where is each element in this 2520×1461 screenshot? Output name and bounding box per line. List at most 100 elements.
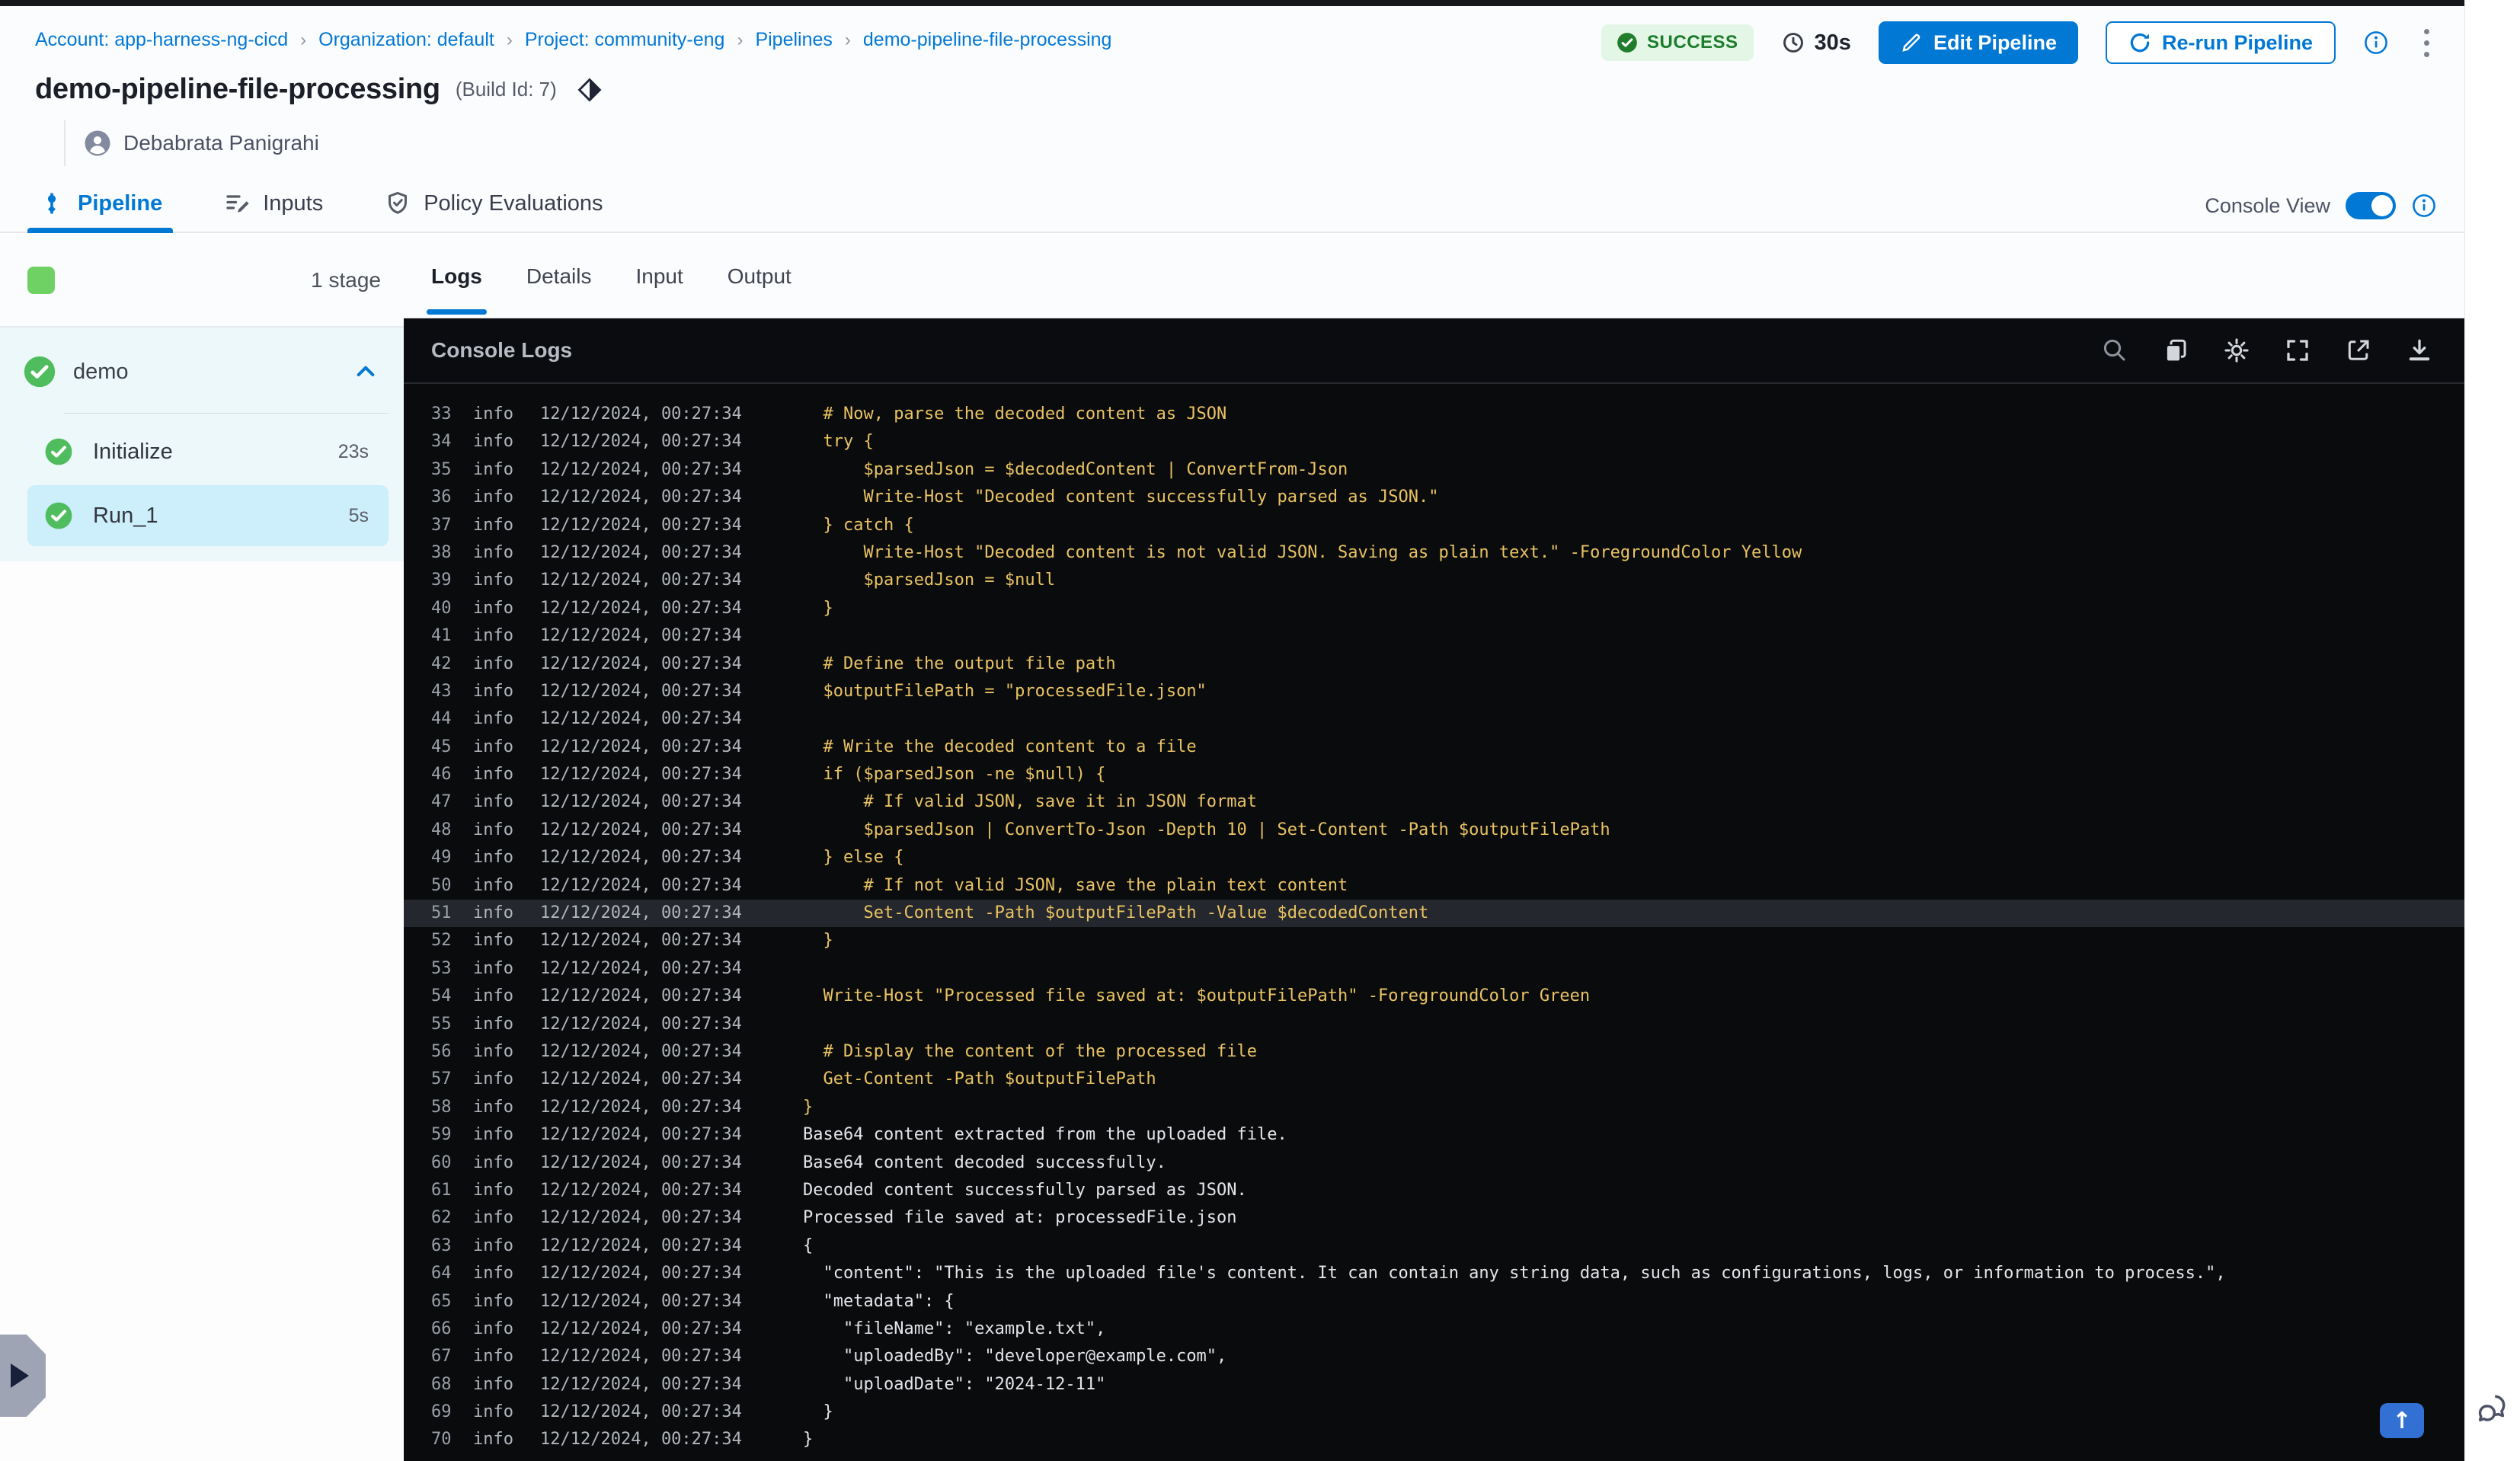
step-row-initialize[interactable]: Initialize 23s [27,421,389,482]
log-level: info [473,1125,513,1145]
log-timestamp: 12/12/2024, 00:27:34 [540,1180,742,1200]
log-timestamp: 12/12/2024, 00:27:34 [540,820,742,839]
log-timestamp: 12/12/2024, 00:27:34 [540,1125,742,1145]
log-row[interactable]: 47 info 12/12/2024, 00:27:34 # If valid JS… [404,788,2464,816]
console-tabs: Logs Details Input Output [404,235,2464,318]
log-line-number: 66 [431,1319,452,1338]
log-row[interactable]: 54 info 12/12/2024, 00:27:34 Write-Host "P… [404,983,2464,1010]
execution-duration: 30s [1781,30,1851,56]
log-row[interactable]: 49 info 12/12/2024, 00:27:34 } else { [404,844,2464,871]
log-timestamp: 12/12/2024, 00:27:34 [540,515,742,535]
stage-name: demo [73,359,129,384]
log-row[interactable]: 37 info 12/12/2024, 00:27:34 } catch { [404,512,2464,539]
console-view-toggle[interactable] [2346,192,2396,219]
log-line-number: 40 [431,598,452,618]
log-row[interactable]: 69 info 12/12/2024, 00:27:34 } [404,1399,2464,1426]
settings-icon[interactable] [2222,336,2251,365]
stage-row-demo[interactable]: demo [0,337,404,407]
breadcrumb-separator: › [844,29,851,50]
step-row-run-1[interactable]: Run_1 5s [27,485,389,546]
log-row[interactable]: 51 info 12/12/2024, 00:27:34 Set-Content -… [404,900,2464,928]
log-row[interactable]: 38 info 12/12/2024, 00:27:34 Write-Host "D… [404,539,2464,567]
log-line-number: 33 [431,404,452,424]
log-row[interactable]: 62 info 12/12/2024, 00:27:34 Processed file… [404,1204,2464,1232]
tab-input[interactable]: Input [635,235,683,318]
log-level: info [473,459,513,479]
log-row[interactable]: 43 info 12/12/2024, 00:27:34 $outputFilePa… [404,678,2464,705]
console-log-list[interactable]: 33 info 12/12/2024, 00:27:34 # Now, parse … [404,385,2464,1461]
open-in-new-icon[interactable] [2344,336,2373,365]
log-row[interactable]: 34 info 12/12/2024, 00:27:34 try { [404,428,2464,456]
log-row[interactable]: 48 info 12/12/2024, 00:27:34 $parsedJson |… [404,817,2464,844]
help-chat-icon[interactable] [2474,1391,2509,1426]
log-timestamp: 12/12/2024, 00:27:34 [540,1347,742,1367]
log-row[interactable]: 60 info 12/12/2024, 00:27:34 Base64 content… [404,1149,2464,1177]
pipeline-diagram-icon[interactable] [577,77,603,103]
fullscreen-icon[interactable] [2283,336,2312,365]
tab-policy-evaluations[interactable]: Policy Evaluations [381,175,606,232]
tab-inputs[interactable]: Inputs [220,175,326,232]
log-row[interactable]: 63 info 12/12/2024, 00:27:34 { [404,1232,2464,1260]
log-message: try { [803,432,874,452]
log-row[interactable]: 50 info 12/12/2024, 00:27:34 # If not vali… [404,872,2464,900]
log-row[interactable]: 52 info 12/12/2024, 00:27:34 } [404,927,2464,954]
tab-output[interactable]: Output [728,235,791,318]
log-row[interactable]: 70 info 12/12/2024, 00:27:34} [404,1426,2464,1453]
log-message: } [803,598,833,618]
log-line-number: 55 [431,1014,452,1034]
log-row[interactable]: 65 info 12/12/2024, 00:27:34 "metadata": { [404,1288,2464,1316]
log-row[interactable]: 35 info 12/12/2024, 00:27:34 $parsedJson =… [404,456,2464,484]
log-row[interactable]: 58 info 12/12/2024, 00:27:34} [404,1094,2464,1121]
log-message: "uploadedBy": "developer@example.com", [803,1347,1227,1367]
edit-pipeline-button[interactable]: Edit Pipeline [1878,21,2078,64]
log-row[interactable]: 59 info 12/12/2024, 00:27:34 Base64 content… [404,1121,2464,1149]
rerun-pipeline-label: Re-run Pipeline [2161,30,2313,54]
log-row[interactable]: 36 info 12/12/2024, 00:27:34 Write-Host "D… [404,484,2464,511]
log-row[interactable]: 42 info 12/12/2024, 00:27:34 # Define the … [404,651,2464,678]
log-row[interactable]: 56 info 12/12/2024, 00:27:34 # Display the… [404,1038,2464,1066]
search-icon[interactable] [2100,336,2129,365]
log-message: Write-Host "Processed file saved at: $ou… [803,986,1591,1006]
log-row[interactable]: 57 info 12/12/2024, 00:27:34 Get-Content -… [404,1066,2464,1093]
log-line-number: 41 [431,626,452,646]
more-options-menu[interactable] [2416,24,2437,62]
log-row[interactable]: 33 info 12/12/2024, 00:27:34 # Now, parse … [404,401,2464,428]
chevron-up-icon[interactable] [353,360,378,384]
log-message: # Now, parse the decoded content as JSON [803,404,1227,424]
log-row[interactable]: 53 info 12/12/2024, 00:27:34 [404,955,2464,983]
log-row[interactable]: 64 info 12/12/2024, 00:27:34 "content": "T… [404,1260,2464,1287]
breadcrumb-link[interactable]: Account: app-harness-ng-cicd [35,29,288,51]
log-row[interactable]: 61 info 12/12/2024, 00:27:34 Decoded conten… [404,1177,2464,1204]
log-line-number: 52 [431,931,452,951]
tab-pipeline-label: Pipeline [78,190,163,216]
log-row[interactable]: 67 info 12/12/2024, 00:27:34 "uploadedBy":… [404,1343,2464,1370]
console-column: Logs Details Input Output Console Logs 3… [404,235,2464,1461]
refresh-icon [2130,33,2150,53]
log-row[interactable]: 55 info 12/12/2024, 00:27:34 [404,1011,2464,1038]
log-row[interactable]: 45 info 12/12/2024, 00:27:34 # Write the d… [404,734,2464,761]
tab-pipeline[interactable]: Pipeline [27,175,174,233]
breadcrumb-link[interactable]: Pipelines [755,29,832,51]
log-row[interactable]: 68 info 12/12/2024, 00:27:34 "uploadDate":… [404,1371,2464,1399]
log-row[interactable]: 40 info 12/12/2024, 00:27:34 } [404,595,2464,622]
log-timestamp: 12/12/2024, 00:27:34 [540,542,742,562]
rerun-pipeline-button[interactable]: Re-run Pipeline [2105,21,2336,64]
log-row[interactable]: 39 info 12/12/2024, 00:27:34 $parsedJson =… [404,567,2464,594]
log-row[interactable]: 46 info 12/12/2024, 00:27:34 if ($parsedJs… [404,761,2464,788]
tab-details[interactable]: Details [526,235,592,318]
breadcrumb-link[interactable]: Organization: default [318,29,494,51]
log-row[interactable]: 66 info 12/12/2024, 00:27:34 "fileName": "… [404,1316,2464,1343]
log-row[interactable]: 41 info 12/12/2024, 00:27:34 [404,622,2464,650]
copy-icon[interactable] [2161,336,2190,365]
rerun-info-icon[interactable] [2363,30,2389,56]
tab-logs[interactable]: Logs [427,235,487,318]
download-icon[interactable] [2405,336,2434,365]
log-row[interactable]: 44 info 12/12/2024, 00:27:34 [404,705,2464,733]
log-timestamp: 12/12/2024, 00:27:34 [540,1041,742,1061]
tab-input-label: Input [635,264,683,288]
scroll-to-top-button[interactable]: ↑ [2380,1403,2424,1438]
console-view-info-icon[interactable] [2411,193,2437,219]
log-message: Write-Host "Decoded content is not valid… [803,542,1802,562]
breadcrumb-link[interactable]: Project: community-eng [525,29,725,51]
breadcrumb-link[interactable]: demo-pipeline-file-processing [863,29,1112,51]
